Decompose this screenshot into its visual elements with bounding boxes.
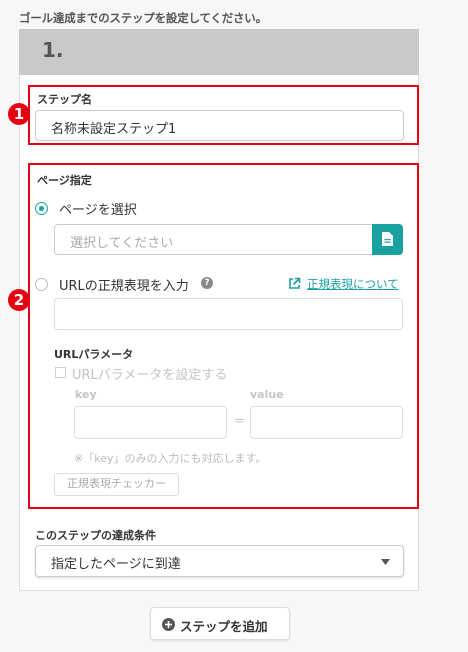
param-key-input[interactable] xyxy=(74,406,227,439)
url-params-heading: URLパラメータ xyxy=(54,348,134,361)
url-params-checkbox[interactable] xyxy=(55,367,66,378)
radio-regex[interactable] xyxy=(35,278,48,291)
regex-help-link[interactable]: 正規表現について xyxy=(307,276,399,292)
equals-sign: = xyxy=(234,414,245,429)
page-spec-label: ページ指定 xyxy=(37,174,92,187)
radio-select-page[interactable] xyxy=(35,202,48,215)
document-icon xyxy=(382,232,393,246)
page-select-placeholder: 選択してください xyxy=(70,236,174,251)
add-step-label: ステップを追加 xyxy=(180,619,268,634)
step-number: 1. xyxy=(42,38,64,62)
marker-1-badge: 1 xyxy=(8,103,30,125)
page-picker-button[interactable] xyxy=(372,224,403,255)
add-step-button[interactable]: ステップを追加 xyxy=(150,607,290,640)
key-label: key xyxy=(75,388,97,401)
caret-down-icon xyxy=(381,559,390,565)
condition-label: このステップの達成条件 xyxy=(35,529,156,542)
step-name-input[interactable]: 名称未設定ステップ1 xyxy=(35,110,404,141)
help-icon[interactable]: ? xyxy=(201,277,213,289)
param-value-input[interactable] xyxy=(250,406,403,439)
instruction-text: ゴール達成までのステップを設定してください。 xyxy=(19,11,267,25)
external-link-icon[interactable] xyxy=(288,277,301,290)
regex-input[interactable] xyxy=(54,298,403,330)
page-select-input[interactable]: 選択してください xyxy=(54,224,373,255)
marker-2-badge: 2 xyxy=(8,289,30,311)
step-name-value: 名称未設定ステップ1 xyxy=(51,122,177,137)
value-label: value xyxy=(250,388,284,401)
radio-regex-label[interactable]: URLの正規表現を入力 xyxy=(59,275,189,294)
step-card-header xyxy=(19,29,419,75)
regex-checker-button[interactable]: 正規表現チェッカー xyxy=(54,473,179,496)
plus-circle-icon xyxy=(162,618,175,631)
step-name-label: ステップ名 xyxy=(37,93,92,106)
condition-select[interactable]: 指定したページに到達 xyxy=(35,545,404,577)
key-only-note: ※「key」のみの入力にも対応します。 xyxy=(74,452,267,465)
url-params-checkbox-label[interactable]: URLパラメータを設定する xyxy=(72,364,227,383)
condition-selected-value: 指定したページに到達 xyxy=(51,557,181,572)
radio-select-page-label[interactable]: ページを選択 xyxy=(59,199,137,218)
